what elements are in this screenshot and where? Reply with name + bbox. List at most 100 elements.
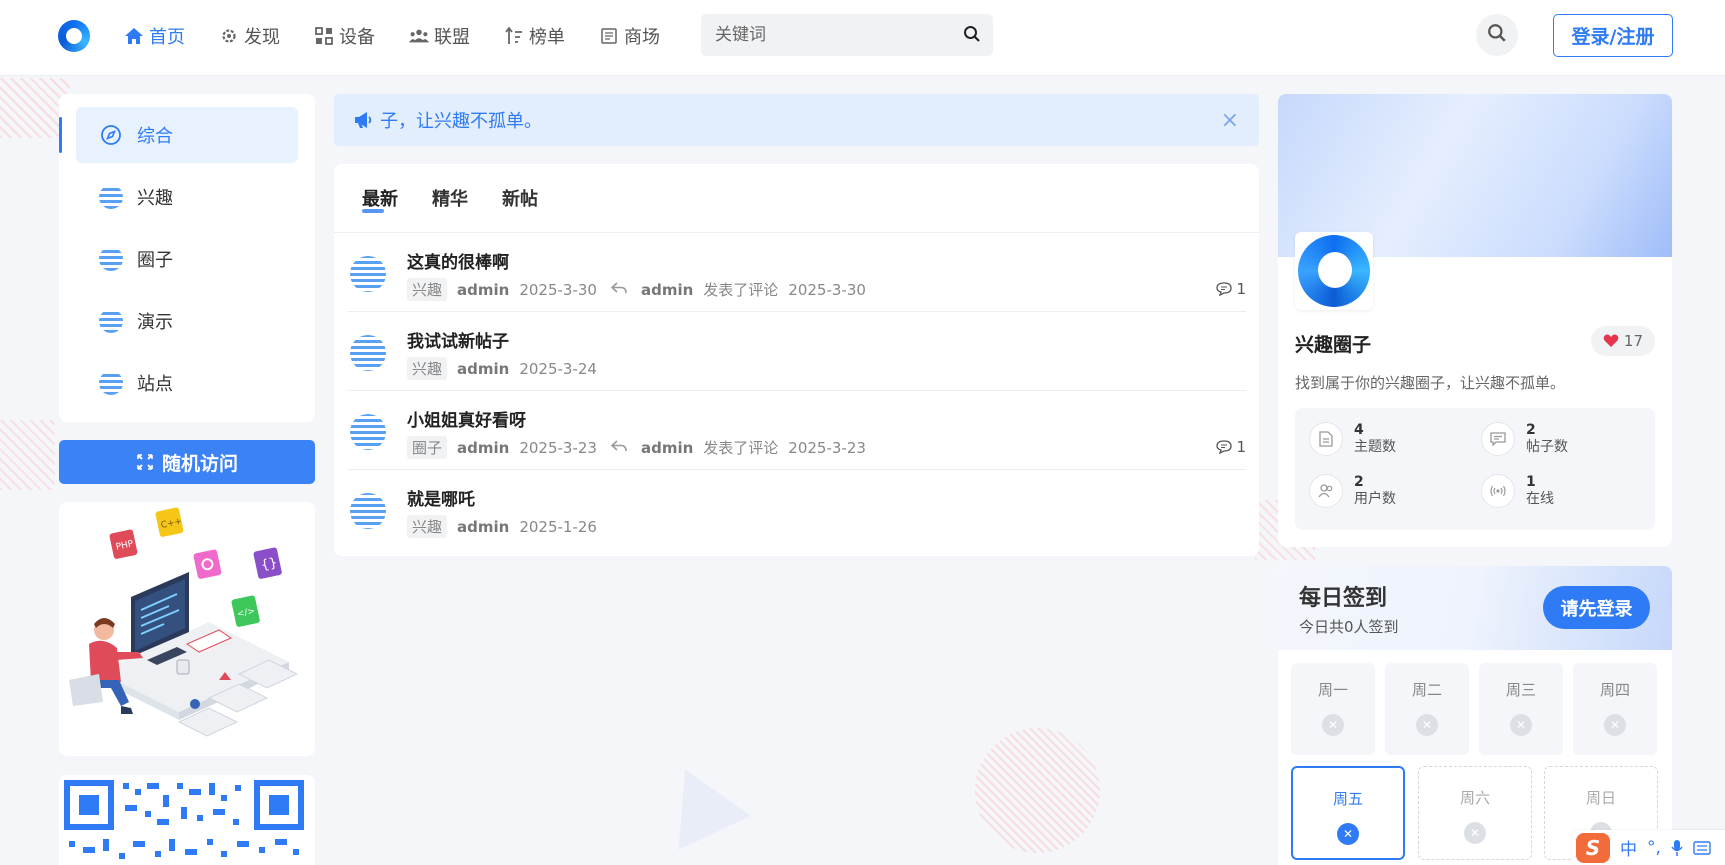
sidebar-item-site[interactable]: 站点 [76,355,298,411]
checkin-day[interactable]: 周四 ✕ [1573,663,1657,755]
developer-illustration: PHP C++ {} </> [59,502,315,756]
sidebar-item-label: 圈子 [137,250,173,271]
author-avatar[interactable] [349,413,387,451]
stat-users: 2 用户数 [1309,474,1396,508]
category-menu: 综合 兴趣 圈子 演示 站点 [59,94,315,422]
post-tag[interactable]: 圈子 [407,436,448,459]
search-icon[interactable] [963,25,981,43]
reply-text: 发表了评论 [703,281,779,299]
post-row[interactable]: 这真的很棒啊 兴趣 admin 2025-3-30 admin 发表了评论 2025-3-3… [347,233,1246,312]
author-avatar[interactable] [349,255,387,293]
checkin-subtitle: 今日共0人签到 [1299,618,1399,636]
unchecked-icon: ✕ [1464,822,1486,844]
devices-icon [314,26,334,46]
like-button[interactable]: 17 [1590,326,1655,356]
tab-new-posts[interactable]: 新帖 [502,185,538,211]
circle-stats: 4 主题数 2 帖子数 2 用户数 1 在线 [1295,408,1655,530]
tab-featured[interactable]: 精华 [432,185,468,211]
nav-item-shop[interactable]: 商场 [599,22,660,50]
background-decoration [0,420,55,490]
comment-count: 1 [1216,438,1246,456]
sidebar-item-circle[interactable]: 圈子 [76,231,298,287]
nav-label: 榜单 [529,27,565,48]
post-date: 2025-1-26 [519,517,597,536]
main-nav: 首页 发现 设备 联盟 榜单 商场 [124,22,694,50]
unchecked-icon: ✕ [1510,714,1532,736]
reply-user[interactable]: admin [641,439,693,457]
post-title[interactable]: 就是哪吒 [407,485,475,510]
reply-date: 2025-3-23 [788,438,866,457]
post-title[interactable]: 我试试新帖子 [407,327,509,352]
sidebar-item-interest[interactable]: 兴趣 [76,169,298,225]
unchecked-icon: ✕ [1322,714,1344,736]
post-title[interactable]: 这真的很棒啊 [407,248,509,273]
random-visit-button[interactable]: 随机访问 [59,440,315,484]
unchecked-icon: ✕ [1416,714,1438,736]
reply-user[interactable]: admin [641,281,693,299]
comment-number: 1 [1236,280,1246,298]
post-title[interactable]: 小姐姐真好看呀 [407,406,526,431]
reply-icon [610,281,627,298]
nav-item-home[interactable]: 首页 [124,22,185,50]
close-icon[interactable]: × [1221,108,1239,133]
gear-icon [219,26,239,46]
megaphone-icon [354,111,374,129]
site-logo [1298,235,1370,307]
post-row[interactable]: 小姐姐真好看呀 圈子 admin 2025-3-23 admin 发表了评论 2025-3-… [347,391,1246,470]
nav-item-alliance[interactable]: 联盟 [409,22,470,50]
post-row[interactable]: 我试试新帖子 兴趣 admin 2025-3-24 [347,312,1246,391]
nav-item-devices[interactable]: 设备 [314,22,375,50]
search-input[interactable] [701,25,951,45]
stat-topics: 4 主题数 [1309,422,1396,456]
login-register-button[interactable]: 登录/注册 [1553,14,1673,57]
post-tag[interactable]: 兴趣 [407,515,448,538]
post-row[interactable]: 就是哪吒兴趣 admin 2025-1-26 [347,470,1246,549]
ime-punctuation-toggle[interactable]: °, [1647,838,1661,858]
ranking-icon [504,26,524,46]
ime-logo[interactable]: S [1576,832,1610,863]
post-author[interactable]: admin [457,439,509,457]
author-avatar[interactable] [349,492,387,530]
search-bar [701,14,993,56]
keyboard-icon[interactable] [1693,840,1711,855]
nav-item-ranking[interactable]: 榜单 [504,22,565,50]
checkin-day[interactable]: 周六 ✕ [1418,766,1532,860]
post-author[interactable]: admin [457,518,509,536]
microphone-icon[interactable] [1671,839,1683,857]
reply-text: 发表了评论 [703,439,779,457]
checkin-day[interactable]: 周一 ✕ [1291,663,1375,755]
author-avatar[interactable] [349,334,387,372]
top-header: 首页 发现 设备 联盟 榜单 商场 关键词 登录/注册 [0,0,1725,76]
day-label: 周三 [1505,681,1536,699]
post-author[interactable]: admin [457,360,509,378]
broadcast-icon [1481,474,1515,508]
shop-icon [599,26,619,46]
post-tag[interactable]: 兴趣 [407,278,448,301]
checkin-day[interactable]: 周二 ✕ [1385,663,1469,755]
login-to-checkin-button[interactable]: 请先登录 [1543,586,1650,629]
users-icon [1309,474,1343,508]
checkin-day[interactable]: 周三 ✕ [1479,663,1563,755]
nav-label: 设备 [339,27,375,48]
random-visit-label: 随机访问 [161,452,238,475]
shuffle-icon [136,453,154,471]
post-author[interactable]: admin [457,281,509,299]
site-logo[interactable] [58,20,90,52]
tab-latest[interactable]: 最新 [362,185,398,213]
sidebar-item-label: 综合 [137,126,173,147]
unchecked-icon: ✕ [1337,823,1359,845]
nav-item-discover[interactable]: 发现 [219,22,280,50]
sidebar-item-all[interactable]: 综合 [59,107,298,163]
sidebar-item-label: 演示 [137,312,173,333]
search-toggle-button[interactable] [1476,14,1518,56]
nav-label: 商场 [624,27,660,48]
post-date: 2025-3-30 [519,280,597,299]
post-tag[interactable]: 兴趣 [407,357,448,380]
circle-description: 找到属于你的兴趣圈子，让兴趣不孤单。 [1295,374,1566,392]
background-decoration [648,752,752,850]
ime-mode-toggle[interactable]: 中 [1620,835,1637,860]
circle-avatar[interactable] [1295,232,1373,310]
sidebar-item-demo[interactable]: 演示 [76,293,298,349]
circle-avatar-icon [99,309,123,333]
checkin-day[interactable]: 周五 ✕ [1291,766,1405,860]
